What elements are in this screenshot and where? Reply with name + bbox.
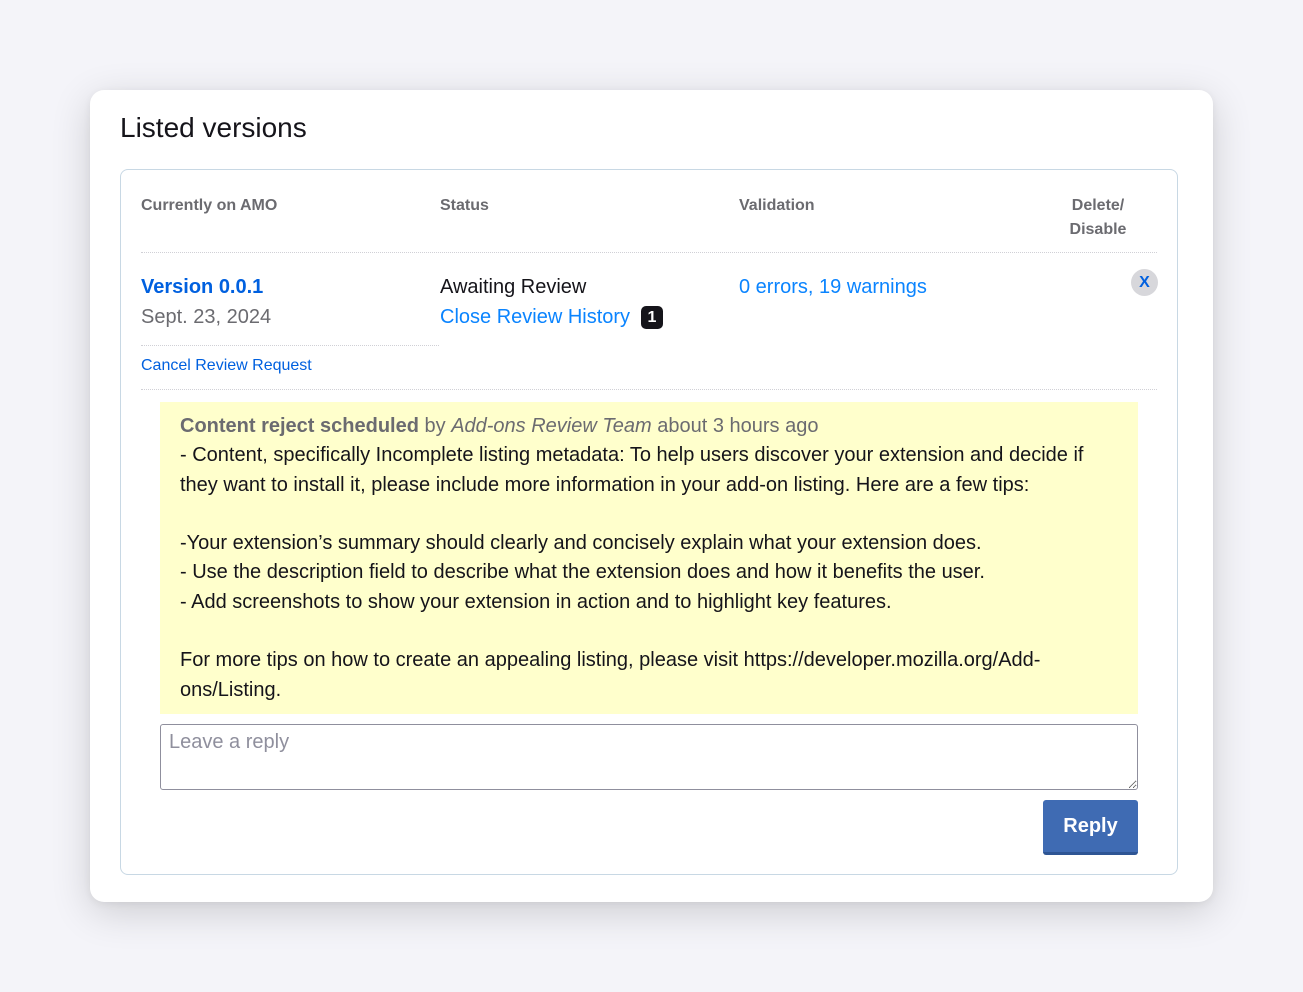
listed-versions-card: Listed versions Currently on AMO Status … [90, 90, 1213, 902]
version-cell-divider [141, 345, 439, 346]
review-comment-blank [180, 500, 1120, 529]
row-divider [141, 389, 1157, 390]
reply-button[interactable]: Reply [1043, 800, 1138, 855]
review-comment-line: For more tips on how to create an appeal… [180, 649, 1041, 701]
review-comment-blank [180, 617, 1120, 646]
header-validation: Validation [739, 197, 815, 214]
status-text: Awaiting Review [440, 276, 587, 298]
review-by: by [424, 415, 446, 437]
version-date: Sept. 23, 2024 [141, 306, 272, 328]
review-entry-header: Content reject scheduled by Add-ons Revi… [180, 412, 1120, 441]
header-divider [141, 252, 1157, 253]
header-status: Status [440, 197, 489, 214]
header-delete-line1: Delete/ [1071, 197, 1125, 214]
reply-textarea[interactable] [160, 724, 1138, 790]
review-comment-line: -Your extension’s summary should clearly… [180, 532, 982, 555]
page-title: Listed versions [120, 112, 307, 143]
header-delete-line2: Disable [1069, 221, 1127, 238]
review-history-entry: Content reject scheduled by Add-ons Revi… [160, 402, 1138, 714]
review-time: about 3 hours ago [657, 415, 819, 437]
review-comment-line: - Use the description field to describe … [180, 561, 985, 584]
review-author: Add-ons Review Team [451, 415, 652, 437]
header-currently-on-amo: Currently on AMO [141, 197, 278, 214]
header-delete-disable: Delete/ Disable [1061, 194, 1135, 242]
review-comment-line: - Content, specifically Incomplete listi… [180, 444, 1084, 496]
close-review-history-link[interactable]: Close Review History [440, 306, 630, 329]
version-link[interactable]: Version 0.0.1 [141, 276, 263, 299]
versions-panel: Currently on AMO Status Validation Delet… [120, 169, 1178, 875]
review-content: Content reject scheduled by Add-ons Revi… [180, 412, 1120, 705]
cancel-review-request-link[interactable]: Cancel Review Request [141, 357, 312, 375]
history-count-badge: 1 [641, 306, 663, 329]
delete-version-button[interactable]: X [1131, 269, 1158, 296]
validation-results-link[interactable]: 0 errors, 19 warnings [739, 276, 927, 299]
review-comment-line: - Add screenshots to show your extension… [180, 590, 892, 613]
review-action: Content reject scheduled [180, 415, 419, 437]
